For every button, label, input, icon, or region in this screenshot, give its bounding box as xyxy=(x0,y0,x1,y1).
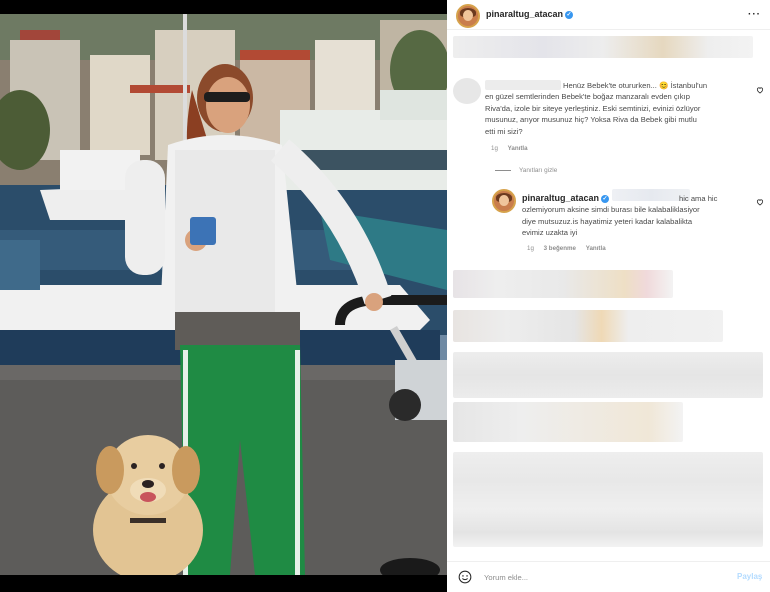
comment-like-heart-icon[interactable] xyxy=(756,86,764,94)
post-photo xyxy=(0,0,447,592)
blurred-comment xyxy=(453,352,763,398)
post-details-panel: pinaraltug_atacan ✓ ··· Henüz Bebek'te ot… xyxy=(447,0,770,592)
reply-author-avatar[interactable] xyxy=(492,189,516,213)
author-username[interactable]: pinaraltug_atacan ✓ xyxy=(486,9,574,19)
blurred-comment xyxy=(453,402,683,442)
reply-like-heart-icon[interactable] xyxy=(756,198,764,206)
reply-time: 1g xyxy=(527,245,534,252)
post-header: pinaraltug_atacan ✓ ··· xyxy=(447,0,770,30)
reply-meta: 1g 3 beğenme Yanıtla xyxy=(527,245,606,252)
author-avatar[interactable] xyxy=(456,4,480,28)
post-comment-button[interactable]: Paylaş xyxy=(737,572,762,581)
blurred-comment xyxy=(453,270,673,298)
comment-composer: Paylaş xyxy=(447,561,770,592)
more-horizontal-icon[interactable]: ··· xyxy=(748,9,761,20)
reply-reply-button[interactable]: Yanıtla xyxy=(586,245,606,252)
blurred-comment xyxy=(453,310,723,342)
reply-likes-count[interactable]: 3 beğenme xyxy=(544,245,576,252)
reply-text: hic ama hic ozlemiyorum aksine simdi bur… xyxy=(522,194,718,238)
blurred-caption xyxy=(453,36,753,58)
comment-input[interactable] xyxy=(484,570,724,584)
comment-reply-button[interactable]: Yanıtla xyxy=(508,145,528,152)
blurred-commenter-avatar xyxy=(453,78,481,104)
comment-text: Henüz Bebek'te otururken... 😊 İstanbul'u… xyxy=(485,81,708,136)
blurred-comment xyxy=(453,452,763,547)
comment-time: 1g xyxy=(491,145,498,152)
replies-divider xyxy=(495,170,511,171)
smiley-icon[interactable] xyxy=(458,570,472,584)
comment-meta: 1g Yanıtla xyxy=(491,145,528,152)
verified-badge-icon: ✓ xyxy=(565,10,574,19)
hide-replies-button[interactable]: Yanıtları gizle xyxy=(519,167,557,174)
